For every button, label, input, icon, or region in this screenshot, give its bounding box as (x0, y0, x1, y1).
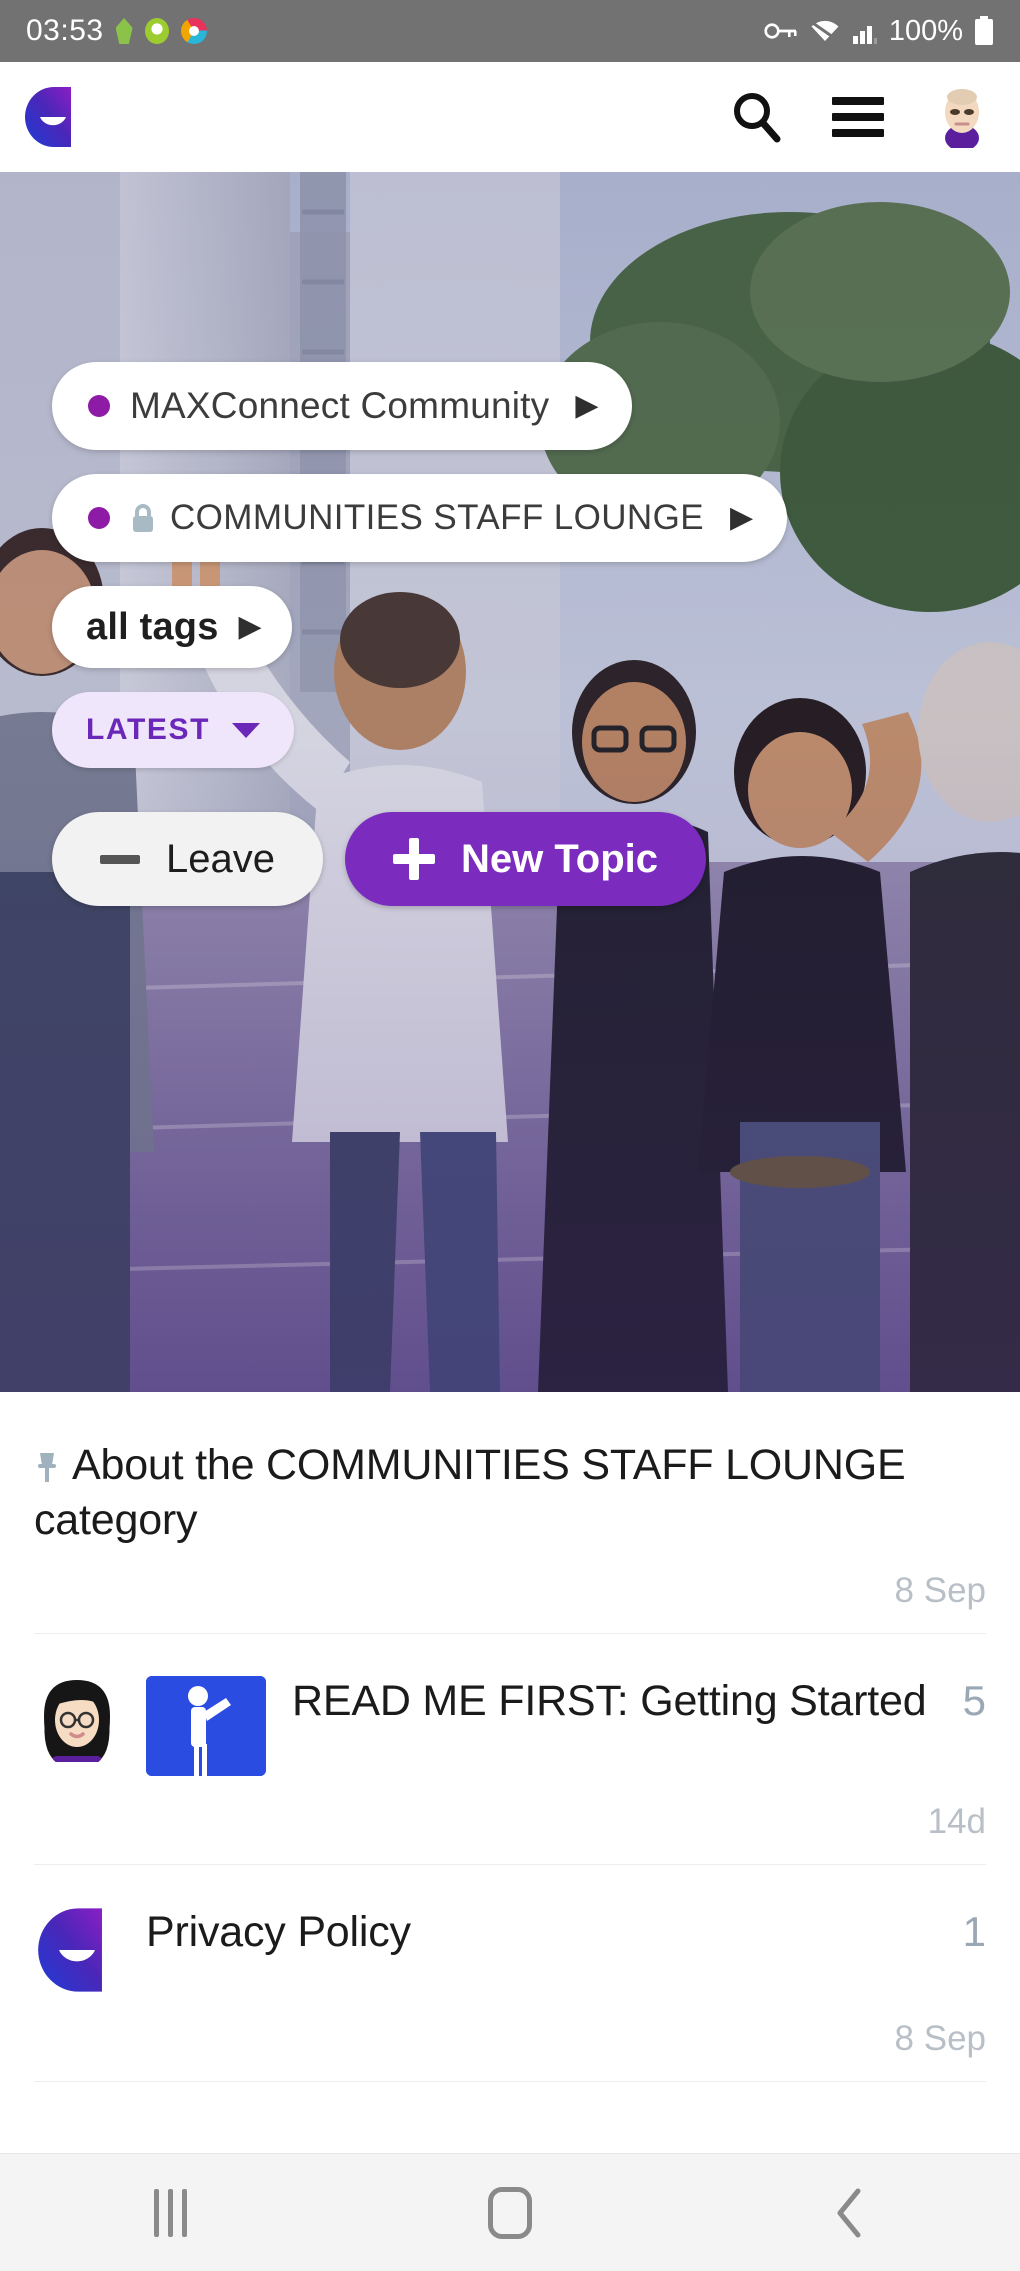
android-green-icon (115, 18, 133, 44)
leave-button[interactable]: Leave (52, 812, 323, 906)
topic-title[interactable]: Privacy Policy (146, 1907, 411, 1958)
leave-button-label: Leave (166, 836, 275, 881)
topic-date: 8 Sep (894, 1571, 986, 1611)
tags-filter-button[interactable]: all tags ▶ (52, 586, 292, 668)
search-icon[interactable] (730, 90, 782, 144)
hero-controls: MAXConnect Community ▶ COMMUNITIES STAFF… (0, 362, 1020, 906)
battery-icon (975, 16, 993, 45)
back-button[interactable] (750, 2154, 950, 2271)
battery-percentage: 100% (888, 14, 963, 47)
topic-row-main: READ ME FIRST: Getting Started 5 (34, 1676, 986, 1777)
topic-thumbnail[interactable] (146, 1676, 266, 1777)
tags-filter-label: all tags (86, 605, 219, 648)
category-dot-icon (88, 507, 110, 529)
topic-title[interactable]: About the COMMUNITIES STAFF LOUNGE categ… (34, 1440, 978, 1545)
lock-icon (130, 503, 156, 533)
home-button[interactable] (410, 2154, 610, 2271)
chrome-icon (180, 18, 207, 44)
status-bar-left: 03:53 (26, 14, 207, 48)
minus-icon (100, 854, 140, 864)
status-bar: 03:53 100% (0, 0, 1020, 62)
new-topic-button[interactable]: New Topic (344, 812, 707, 906)
topic-row-left: READ ME FIRST: Getting Started (34, 1676, 955, 1777)
maxconnect-logo[interactable] (24, 86, 82, 148)
app-header (0, 62, 1020, 172)
sort-dropdown[interactable]: LATEST (52, 692, 295, 768)
topic-date: 8 Sep (894, 2019, 986, 2059)
user-avatar[interactable] (934, 86, 990, 151)
category-dot-icon (88, 395, 110, 417)
status-bar-right: 100% (764, 15, 994, 48)
app-header-actions (730, 86, 990, 151)
hamburger-menu-icon[interactable] (832, 97, 884, 137)
signal-bars-icon (852, 26, 877, 44)
plus-icon (392, 838, 435, 880)
recents-button[interactable] (70, 2154, 270, 2271)
sort-label: LATEST (86, 713, 211, 746)
new-topic-button-label: New Topic (460, 836, 659, 881)
topic-reply-count: 1 (962, 1908, 986, 1956)
back-icon (837, 2188, 861, 2237)
avatar[interactable] (34, 1676, 120, 1769)
category-secondary-label: COMMUNITIES STAFF LOUNGE (170, 498, 704, 537)
pin-icon (34, 1444, 60, 1495)
ring-icon (144, 18, 169, 44)
breadcrumb-category-secondary[interactable]: COMMUNITIES STAFF LOUNGE ▶ (52, 474, 788, 562)
chevron-right-icon: ▶ (575, 389, 599, 422)
home-icon (488, 2186, 532, 2239)
chevron-right-icon: ▶ (238, 610, 262, 643)
chevron-right-icon: ▶ (729, 501, 754, 534)
recents-icon (153, 2188, 187, 2237)
wifi-icon (808, 19, 841, 44)
topic-row-left: Privacy Policy (34, 1907, 955, 1993)
topic-title[interactable]: READ ME FIRST: Getting Started (292, 1676, 927, 1727)
topic-title-text: About the COMMUNITIES STAFF LOUNGE categ… (34, 1441, 906, 1544)
category-primary-label: MAXConnect Community (130, 385, 550, 426)
topic-row-left: About the COMMUNITIES STAFF LOUNGE categ… (34, 1440, 978, 1545)
topic-row-main: Privacy Policy 1 (34, 1907, 986, 1993)
table-row[interactable]: Privacy Policy 1 8 Sep (34, 1865, 986, 2083)
android-navigation-bar (0, 2153, 1020, 2271)
hero-action-row: Leave New Topic (52, 812, 1020, 906)
table-row[interactable]: READ ME FIRST: Getting Started 5 14d (34, 1634, 986, 1866)
hero-banner: MAXConnect Community ▶ COMMUNITIES STAFF… (0, 172, 1020, 1392)
phone-screen: 03:53 100% MAXConnect Community ▶ COMMUN… (0, 0, 1020, 2271)
topic-date: 14d (927, 1802, 986, 1842)
topic-list: About the COMMUNITIES STAFF LOUNGE categ… (0, 1392, 1020, 2083)
chevron-down-icon (232, 722, 261, 738)
vpn-key-icon (764, 23, 797, 39)
topic-row-main: About the COMMUNITIES STAFF LOUNGE categ… (34, 1440, 986, 1545)
status-bar-clock: 03:53 (26, 14, 104, 47)
topic-reply-count: 5 (962, 1677, 986, 1725)
table-row[interactable]: About the COMMUNITIES STAFF LOUNGE categ… (34, 1392, 986, 1635)
breadcrumb-category-primary[interactable]: MAXConnect Community ▶ (52, 362, 633, 450)
avatar[interactable] (34, 1907, 120, 1993)
